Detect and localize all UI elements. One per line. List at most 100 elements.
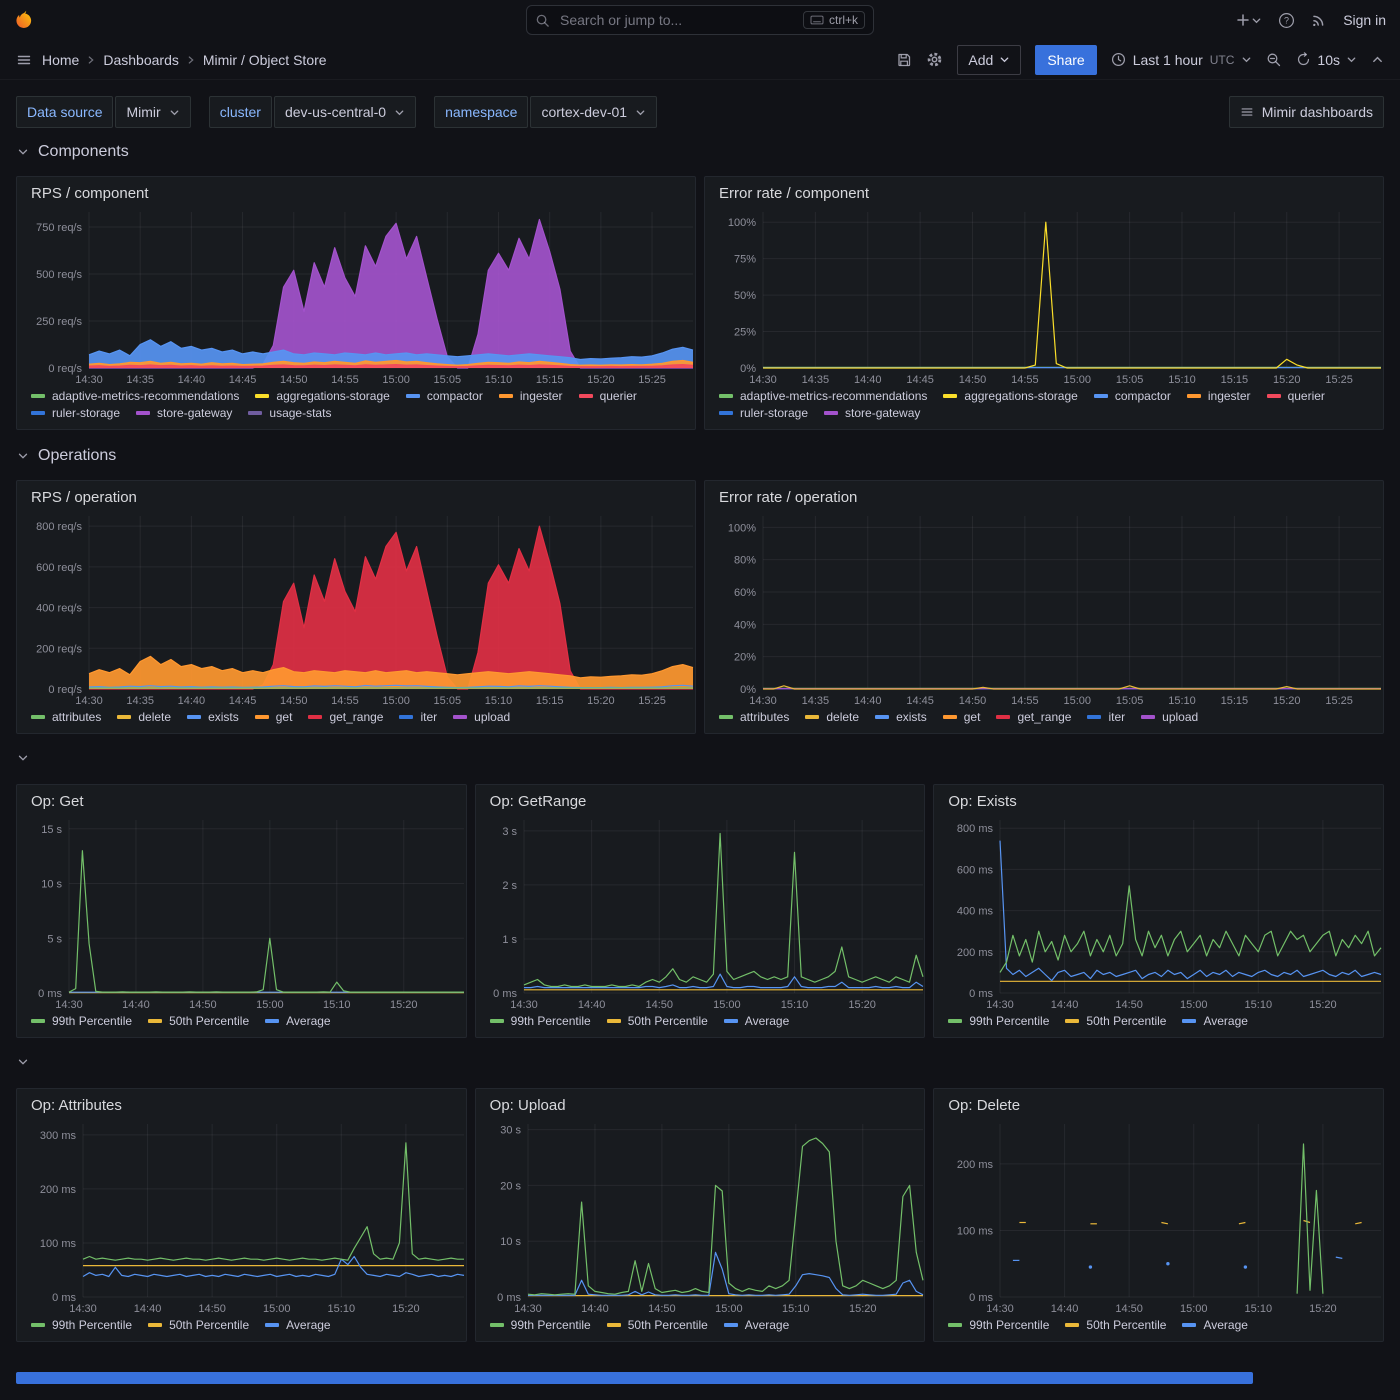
chart-op-attributes[interactable]: 14:3014:4014:5015:0015:1015:200 ms100 ms… [17, 1116, 466, 1315]
panel-title[interactable]: Op: Delete [934, 1089, 1383, 1116]
legend-item[interactable]: 99th Percentile [948, 1014, 1049, 1028]
legend-item[interactable]: aggregations-storage [943, 389, 1077, 403]
collapse-toolbar-chevron-up-icon[interactable] [1371, 53, 1384, 66]
sign-in-link[interactable]: Sign in [1343, 12, 1386, 28]
panel-title[interactable]: Op: GetRange [476, 785, 925, 812]
legend-item[interactable]: querier [579, 389, 637, 403]
legend-item[interactable]: Average [1182, 1014, 1247, 1028]
legend-item[interactable]: 99th Percentile [31, 1014, 132, 1028]
collapsed-row-toggle[interactable] [16, 1052, 1384, 1072]
legend-item[interactable]: ingester [499, 389, 563, 403]
legend-item[interactable]: get [255, 710, 293, 724]
search-box[interactable]: ctrl+k [526, 5, 874, 35]
legend-item[interactable]: Average [724, 1014, 789, 1028]
legend-item[interactable]: ingester [1187, 389, 1251, 403]
legend-item[interactable]: upload [1141, 710, 1198, 724]
add-button[interactable]: Add [957, 45, 1021, 75]
legend-item[interactable]: attributes [31, 710, 101, 724]
legend-item[interactable]: exists [875, 710, 927, 724]
chart-rps-operation[interactable]: 14:3014:3514:4014:4514:5014:5515:0015:05… [17, 508, 695, 707]
legend-item[interactable]: iter [1087, 710, 1125, 724]
legend-item[interactable]: 50th Percentile [1065, 1318, 1166, 1332]
legend-item[interactable]: 50th Percentile [1065, 1014, 1166, 1028]
legend-item[interactable]: 99th Percentile [490, 1014, 591, 1028]
legend-item[interactable]: aggregations-storage [255, 389, 389, 403]
legend-item[interactable]: 50th Percentile [148, 1014, 249, 1028]
legend-item[interactable]: attributes [719, 710, 789, 724]
legend-item[interactable]: upload [453, 710, 510, 724]
mimir-dashboards-button[interactable]: Mimir dashboards [1229, 96, 1384, 128]
legend-item[interactable]: Average [724, 1318, 789, 1332]
panel-title[interactable]: Op: Attributes [17, 1089, 466, 1116]
variable-label-namespace: namespace [434, 96, 528, 128]
panel-title[interactable]: Op: Exists [934, 785, 1383, 812]
grafana-logo[interactable] [14, 9, 36, 31]
refresh-picker[interactable]: 10s [1296, 52, 1357, 68]
panel-title[interactable]: RPS / component [17, 177, 695, 204]
legend-item[interactable]: 50th Percentile [607, 1014, 708, 1028]
settings-gear-icon[interactable] [926, 51, 943, 68]
chart-op-getrange[interactable]: 14:3014:4014:5015:0015:1015:200 ms1 s2 s… [476, 812, 925, 1011]
news-rss-icon[interactable] [1311, 12, 1327, 28]
row-header-components[interactable]: Components [16, 140, 1384, 164]
legend-label: adaptive-metrics-recommendations [52, 389, 239, 403]
panel-title[interactable]: Op: Get [17, 785, 466, 812]
new-plus-button[interactable] [1235, 12, 1262, 28]
legend-item[interactable]: delete [117, 710, 171, 724]
chart-rps-component[interactable]: 14:3014:3514:4014:4514:5014:5515:0015:05… [17, 204, 695, 386]
legend-item[interactable]: store-gateway [136, 406, 232, 420]
legend-item[interactable]: compactor [406, 389, 483, 403]
chart-error-rate-component[interactable]: 14:3014:3514:4014:4514:5014:5515:0015:05… [705, 204, 1383, 386]
svg-text:15:20: 15:20 [1309, 1303, 1337, 1315]
time-range-picker[interactable]: Last 1 hour UTC [1111, 52, 1253, 68]
chart-op-exists[interactable]: 14:3014:4014:5015:0015:1015:200 ms200 ms… [934, 812, 1383, 1011]
breadcrumb-dashboards[interactable]: Dashboards [103, 52, 179, 68]
legend-item[interactable]: delete [805, 710, 859, 724]
legend-item[interactable]: usage-stats [248, 406, 331, 420]
legend-item[interactable]: get [943, 710, 981, 724]
breadcrumb-home[interactable]: Home [42, 52, 79, 68]
legend-item[interactable]: ruler-storage [31, 406, 120, 420]
panel-title[interactable]: Op: Upload [476, 1089, 925, 1116]
chart-op-get[interactable]: 14:3014:4014:5015:0015:1015:200 ms5 s10 … [17, 812, 466, 1011]
chart-error-rate-operation[interactable]: 14:3014:3514:4014:4514:5014:5515:0015:05… [705, 508, 1383, 707]
legend-item[interactable]: compactor [1094, 389, 1171, 403]
zoom-out-icon[interactable] [1266, 52, 1282, 68]
save-dashboard-icon[interactable] [896, 52, 912, 68]
help-icon[interactable]: ? [1278, 12, 1295, 29]
legend-item[interactable]: 99th Percentile [948, 1318, 1049, 1332]
legend-item[interactable]: adaptive-metrics-recommendations [31, 389, 239, 403]
legend-item[interactable]: store-gateway [824, 406, 920, 420]
search-input[interactable] [558, 11, 795, 29]
variable-value-datasource[interactable]: Mimir [115, 96, 190, 128]
panel-title[interactable]: RPS / operation [17, 481, 695, 508]
legend-item[interactable]: querier [1267, 389, 1325, 403]
legend-item[interactable]: 99th Percentile [31, 1318, 132, 1332]
chart-op-upload[interactable]: 14:3014:4014:5015:0015:1015:200 ms10 s20… [476, 1116, 925, 1315]
variable-value-namespace[interactable]: cortex-dev-01 [530, 96, 657, 128]
legend-item[interactable]: exists [187, 710, 239, 724]
svg-text:14:30: 14:30 [69, 1303, 97, 1315]
legend-item[interactable]: 50th Percentile [607, 1318, 708, 1332]
svg-text:800 ms: 800 ms [957, 823, 994, 835]
chart-op-delete[interactable]: 14:3014:4014:5015:0015:1015:200 ms100 ms… [934, 1116, 1383, 1315]
menu-hamburger-icon[interactable] [16, 52, 32, 68]
panel-title[interactable]: Error rate / operation [705, 481, 1383, 508]
legend-item[interactable]: iter [399, 710, 437, 724]
legend-item[interactable]: adaptive-metrics-recommendations [719, 389, 927, 403]
legend-marker [719, 715, 733, 719]
legend-item[interactable]: 99th Percentile [490, 1318, 591, 1332]
legend-item[interactable]: 50th Percentile [148, 1318, 249, 1332]
legend-item[interactable]: Average [265, 1318, 330, 1332]
variable-value-cluster[interactable]: dev-us-central-0 [274, 96, 416, 128]
legend-item[interactable]: Average [1182, 1318, 1247, 1332]
legend-item[interactable]: get_range [308, 710, 383, 724]
row-header-operations[interactable]: Operations [16, 444, 1384, 468]
collapsed-row-toggle[interactable] [16, 748, 1384, 768]
legend-item[interactable]: get_range [996, 710, 1071, 724]
legend-item[interactable]: Average [265, 1014, 330, 1028]
legend-item[interactable]: ruler-storage [719, 406, 808, 420]
selected-row-bar[interactable] [16, 1372, 1253, 1384]
panel-title[interactable]: Error rate / component [705, 177, 1383, 204]
share-button[interactable]: Share [1035, 45, 1096, 75]
